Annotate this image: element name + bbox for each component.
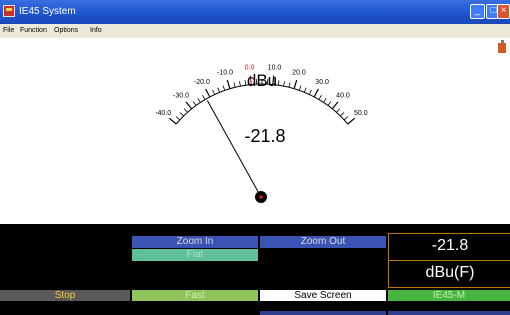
scale-arc — [175, 83, 349, 125]
scale-minor-tick — [244, 80, 247, 86]
scale-minor-tick — [212, 89, 216, 95]
scale-major-tick — [168, 117, 177, 125]
readout-value: -21.8 — [431, 237, 469, 254]
scale-minor-tick — [318, 95, 322, 100]
scale-minor-tick — [183, 108, 188, 113]
scale-major-tick — [205, 88, 211, 98]
scale-minor-tick — [343, 116, 349, 121]
scale-tick-label: -40.0 — [155, 110, 171, 117]
scale-minor-tick — [298, 85, 302, 91]
fast-button[interactable]: Fast — [132, 290, 258, 301]
scale-tick-label: -30.0 — [173, 93, 189, 100]
scale-minor-tick — [277, 80, 280, 86]
scale-tick-label: 30.0 — [315, 79, 329, 86]
scale-minor-tick — [217, 87, 221, 93]
scale-minor-tick — [239, 81, 241, 87]
bottom-strip-left — [260, 311, 386, 315]
scale-minor-tick — [222, 85, 226, 91]
scale-minor-tick — [197, 98, 201, 103]
scale-major-tick — [331, 101, 339, 110]
unit-label: dBu — [247, 71, 277, 90]
scale-minor-tick — [202, 95, 206, 100]
meter-value-text: -21.8 — [244, 126, 285, 146]
scale-minor-tick — [303, 87, 307, 93]
readout-unit: dBu(F) — [425, 264, 475, 281]
menu-bar: File Function Options Info — [0, 24, 510, 38]
scale-major-tick — [293, 79, 298, 89]
control-panel: Zoom In Zoom Out Flat -21.8 dBu(F) Stop … — [0, 224, 510, 315]
zoom-in-button[interactable]: Zoom In — [132, 236, 258, 248]
scale-minor-tick — [336, 108, 341, 113]
device-button[interactable]: IE45-M — [388, 290, 510, 301]
scale-major-tick — [226, 79, 231, 89]
save-screen-button[interactable]: Save Screen — [260, 290, 386, 301]
scale-minor-tick — [283, 81, 285, 87]
scale-tick-label: 50.0 — [354, 110, 368, 117]
zoom-out-button[interactable]: Zoom Out — [260, 236, 386, 248]
menu-options[interactable]: Options — [54, 27, 78, 34]
scale-minor-tick — [175, 116, 181, 121]
scale-tick-label: 40.0 — [336, 93, 350, 100]
scale-tick-label: -20.0 — [194, 79, 210, 86]
close-button[interactable]: × — [497, 4, 510, 19]
scale-minor-tick — [308, 89, 312, 95]
bottom-strip-right — [388, 311, 510, 315]
stop-button[interactable]: Stop — [0, 290, 130, 301]
pivot-dot — [259, 195, 263, 199]
menu-function[interactable]: Function — [20, 27, 47, 34]
scale-minor-tick — [192, 101, 197, 106]
analog-meter: -40.0 -30.0 -20.0 -10.0 0.0 10.0 20.0 30.0 40.0 5… — [0, 38, 510, 224]
app-icon — [3, 5, 15, 17]
scale-major-tick — [347, 117, 356, 125]
tool-icon — [498, 40, 506, 53]
scale-minor-tick — [288, 82, 291, 88]
window-title: IE45 System — [19, 6, 76, 17]
menu-file[interactable]: File — [3, 27, 14, 34]
scale-tick-label: -10.0 — [217, 69, 233, 76]
meter-svg: -40.0-30.0-20.0-10.00.0 10.020.030.040.05… — [155, 40, 506, 203]
scale-minor-tick — [179, 112, 184, 117]
menu-info[interactable]: Info — [90, 27, 102, 34]
meter-needle — [206, 100, 262, 198]
flat-button[interactable]: Flat — [132, 249, 258, 261]
scale-major-tick — [185, 101, 193, 110]
scale-minor-tick — [327, 101, 332, 106]
readout-value-box: -21.8 — [388, 233, 510, 261]
minimize-button[interactable]: _ — [470, 4, 485, 19]
scale-minor-tick — [323, 98, 327, 103]
scale-minor-tick — [340, 112, 345, 117]
scale-minor-tick — [233, 82, 236, 88]
scale-tick-label: 20.0 — [292, 69, 306, 76]
scale-major-tick — [313, 88, 319, 98]
readout-unit-box: dBu(F) — [388, 260, 510, 288]
title-bar: IE45 System _ □ × — [0, 0, 510, 24]
